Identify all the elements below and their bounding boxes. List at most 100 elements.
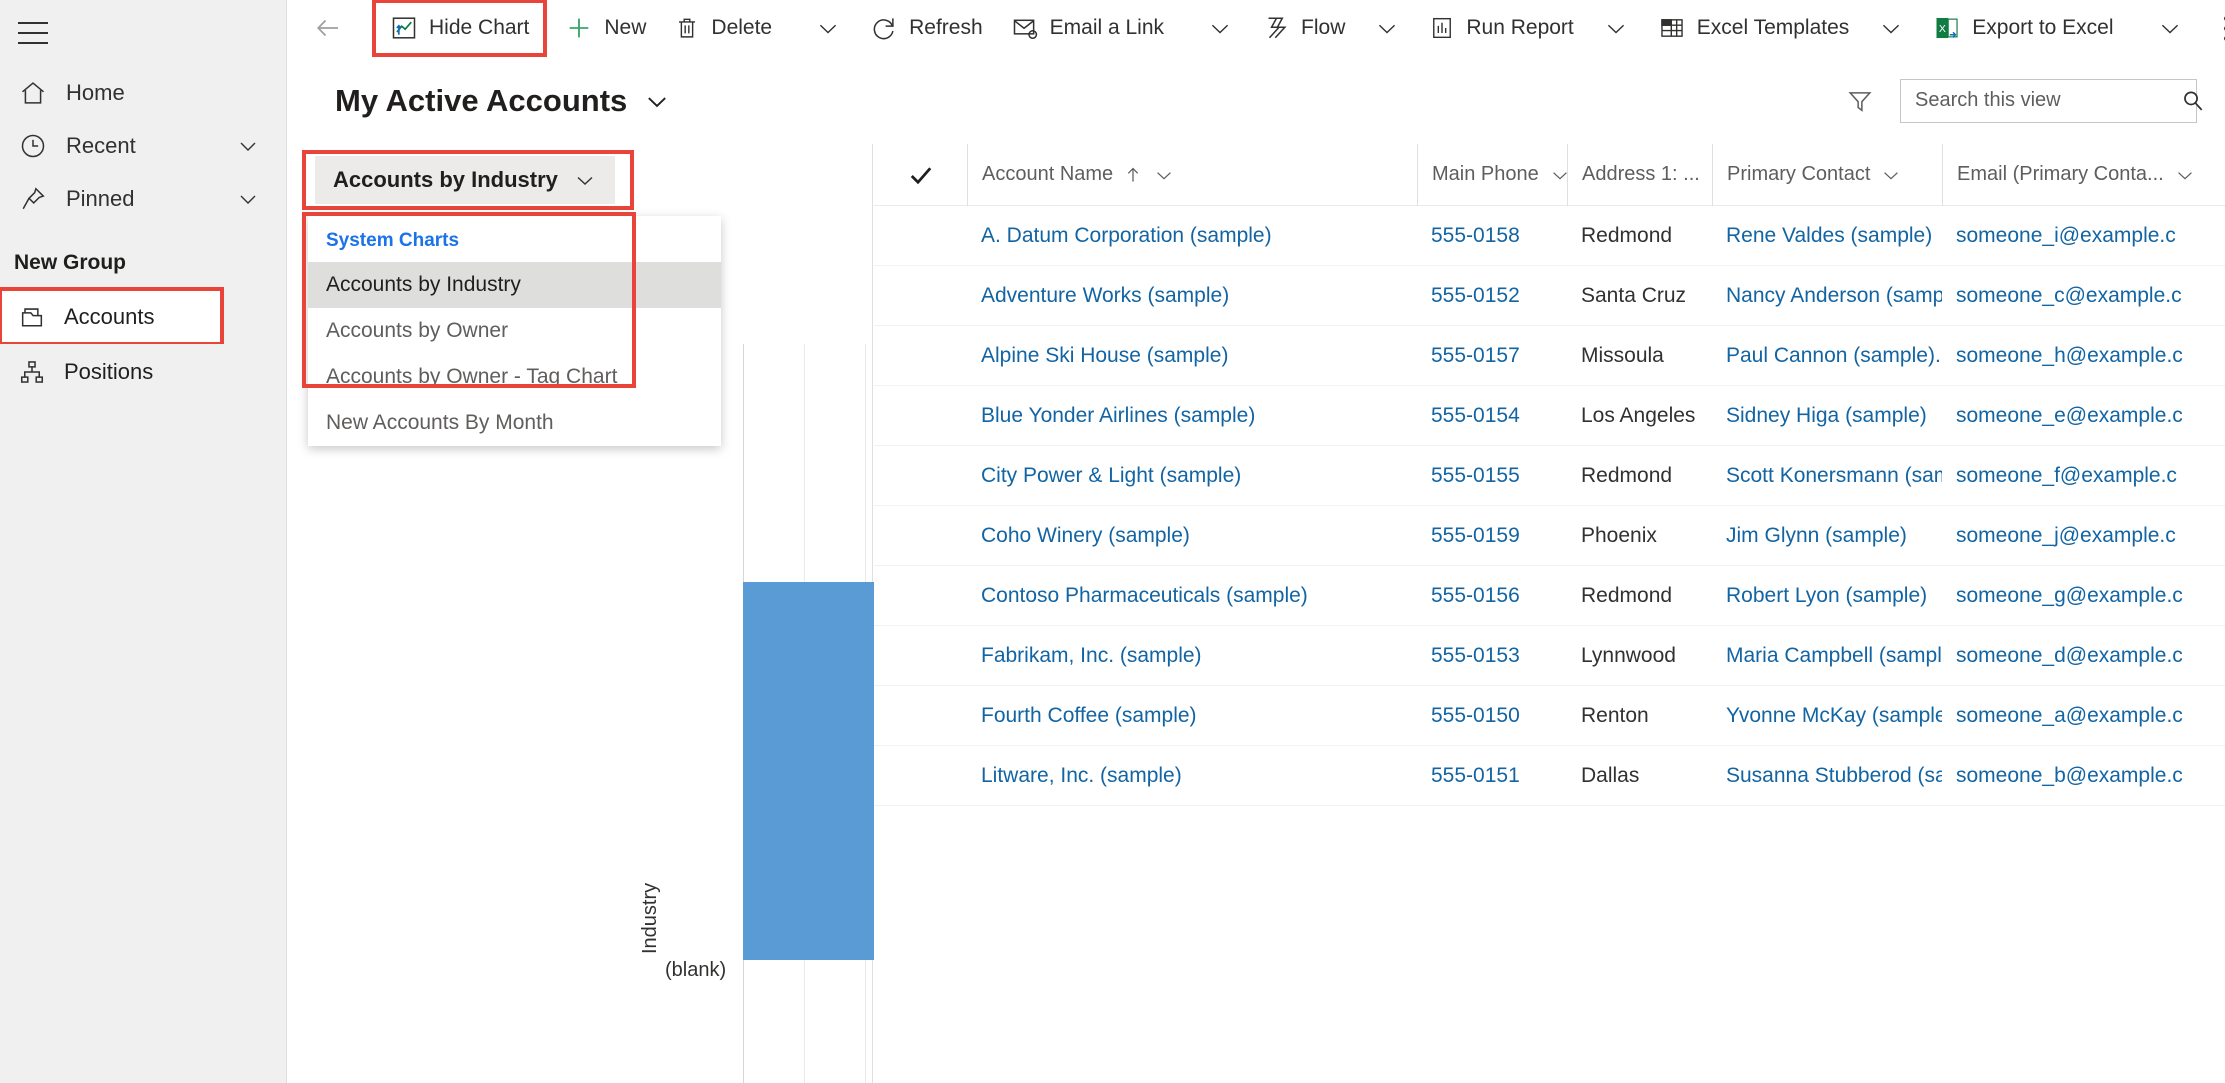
cell-main-phone[interactable]: 555-0152 <box>1417 284 1567 308</box>
cell-main-phone[interactable]: 555-0155 <box>1417 464 1567 488</box>
cell-primary-contact[interactable]: Sidney Higa (sample) <box>1712 404 1942 428</box>
chevron-down-icon[interactable] <box>643 87 671 115</box>
cell-email[interactable]: someone_e@example.c <box>1942 404 2222 428</box>
sidebar-item-recent[interactable]: Recent <box>0 119 286 172</box>
cell-primary-contact[interactable]: Paul Cannon (sample).. <box>1712 344 1942 368</box>
cell-email[interactable]: someone_b@example.c <box>1942 764 2222 788</box>
cell-primary-contact[interactable]: Jim Glynn (sample) <box>1712 524 1942 548</box>
cell-main-phone[interactable]: 555-0154 <box>1417 404 1567 428</box>
run-report-dropdown-caret[interactable] <box>1588 0 1644 57</box>
arrow-up-icon <box>1123 165 1143 185</box>
cell-email[interactable]: someone_g@example.c <box>1942 584 2222 608</box>
table-row[interactable]: Alpine Ski House (sample) 555-0157 Missoul… <box>874 326 2225 386</box>
sidebar-item-positions[interactable]: Positions <box>0 344 286 399</box>
excel-templates-dropdown-caret[interactable] <box>1863 0 1919 57</box>
delete-button[interactable]: Delete <box>660 0 786 57</box>
table-row[interactable]: Adventure Works (sample) 555-0152 Santa Cr… <box>874 266 2225 326</box>
search-box[interactable] <box>1900 78 2203 123</box>
cell-account-name[interactable]: Litware, Inc. (sample) <box>967 764 1417 788</box>
sidebar-item-accounts[interactable]: Accounts <box>0 287 224 346</box>
export-to-excel-button[interactable]: X Export to Excel <box>1919 0 2127 57</box>
column-header-address-1[interactable]: Address 1: ... <box>1567 144 1712 206</box>
hide-chart-button[interactable]: Hide Chart <box>376 0 543 57</box>
cell-primary-contact[interactable]: Yvonne McKay (sample <box>1712 704 1942 728</box>
filter-icon[interactable] <box>1820 87 1900 115</box>
table-row[interactable]: Contoso Pharmaceuticals (sample) 555-0156… <box>874 566 2225 626</box>
chevron-down-icon[interactable] <box>2174 164 2196 186</box>
cell-email[interactable]: someone_i@example.c <box>1942 224 2222 248</box>
cell-account-name[interactable]: Fabrikam, Inc. (sample) <box>967 644 1417 668</box>
cell-address-1: Renton <box>1581 703 1649 727</box>
cell-main-phone[interactable]: 555-0151 <box>1417 764 1567 788</box>
cell-primary-contact[interactable]: Scott Konersmann (sam <box>1712 464 1942 488</box>
column-header-label: Primary Contact <box>1727 163 1871 185</box>
cell-main-phone[interactable]: 555-0158 <box>1417 224 1567 248</box>
cell-account-name[interactable]: Contoso Pharmaceuticals (sample) <box>967 584 1417 608</box>
run-report-button[interactable]: Run Report <box>1415 0 1587 57</box>
column-header-label: Account Name <box>982 163 1114 185</box>
chevron-down-icon[interactable] <box>1153 164 1175 186</box>
delete-dropdown-caret[interactable] <box>800 0 856 57</box>
search-input[interactable] <box>1915 89 2180 112</box>
sidebar-item-home[interactable]: Home <box>0 66 286 119</box>
chevron-down-icon[interactable] <box>1880 164 1902 186</box>
search-icon[interactable] <box>2180 88 2206 114</box>
flow-dropdown-caret[interactable] <box>1359 0 1415 57</box>
cell-main-phone[interactable]: 555-0159 <box>1417 524 1567 548</box>
cell-main-phone[interactable]: 555-0156 <box>1417 584 1567 608</box>
cell-account-name[interactable]: Alpine Ski House (sample) <box>967 344 1417 368</box>
cell-account-name[interactable]: Blue Yonder Airlines (sample) <box>967 404 1417 428</box>
cell-email[interactable]: someone_d@example.c <box>1942 644 2222 668</box>
cell-email[interactable]: someone_a@example.c <box>1942 704 2222 728</box>
dropdown-item-new-accounts-by-month[interactable]: New Accounts By Month <box>308 400 721 446</box>
table-row[interactable]: Litware, Inc. (sample) 555-0151 Dallas Susa… <box>874 746 2225 806</box>
email-dropdown-caret[interactable] <box>1192 0 1248 57</box>
select-all-checkbox[interactable] <box>874 160 967 190</box>
table-row[interactable]: Fabrikam, Inc. (sample) 555-0153 Lynnwood M… <box>874 626 2225 686</box>
refresh-button[interactable]: Refresh <box>856 0 997 57</box>
dropdown-item-accounts-by-industry[interactable]: Accounts by Industry <box>308 262 721 308</box>
cell-email[interactable]: someone_c@example.c <box>1942 284 2222 308</box>
cell-account-name[interactable]: Adventure Works (sample) <box>967 284 1417 308</box>
export-dropdown-caret[interactable] <box>2142 0 2198 57</box>
table-row[interactable]: City Power & Light (sample) 555-0155 Redmo… <box>874 446 2225 506</box>
flow-button[interactable]: Flow <box>1248 0 1359 57</box>
cell-main-phone[interactable]: 555-0150 <box>1417 704 1567 728</box>
cell-primary-contact[interactable]: Susanna Stubberod (sa <box>1712 764 1942 788</box>
column-header-account-name[interactable]: Account Name <box>967 144 1417 206</box>
column-header-email-primary-contact[interactable]: Email (Primary Conta... <box>1942 144 2222 206</box>
column-header-primary-contact[interactable]: Primary Contact <box>1712 144 1942 206</box>
cell-email[interactable]: someone_f@example.c <box>1942 464 2222 488</box>
cell-primary-contact[interactable]: Nancy Anderson (samp <box>1712 284 1942 308</box>
dropdown-item-accounts-by-owner[interactable]: Accounts by Owner <box>308 308 721 354</box>
table-row[interactable]: Blue Yonder Airlines (sample) 555-0154 Los… <box>874 386 2225 446</box>
hamburger-icon[interactable] <box>18 22 48 44</box>
email-a-link-button[interactable]: Email a Link <box>997 0 1178 57</box>
chevron-down-icon[interactable] <box>236 134 260 158</box>
cell-account-name[interactable]: A. Datum Corporation (sample) <box>967 224 1417 248</box>
cell-primary-contact[interactable]: Rene Valdes (sample) <box>1712 224 1942 248</box>
table-row[interactable]: Fourth Coffee (sample) 555-0150 Renton Yvon… <box>874 686 2225 746</box>
cell-account-name[interactable]: Coho Winery (sample) <box>967 524 1417 548</box>
more-vertical-icon[interactable] <box>2198 15 2225 41</box>
cell-primary-contact[interactable]: Robert Lyon (sample) <box>1712 584 1942 608</box>
column-header-main-phone[interactable]: Main Phone <box>1417 144 1567 206</box>
excel-templates-button[interactable]: Excel Templates <box>1644 0 1864 57</box>
dropdown-item-accounts-by-owner-tag-chart[interactable]: Accounts by Owner - Tag Chart <box>308 354 721 400</box>
chart-selector-button[interactable]: Accounts by Industry <box>315 156 615 204</box>
cell-email[interactable]: someone_j@example.c <box>1942 524 2222 548</box>
cell-primary-contact[interactable]: Maria Campbell (sampl <box>1712 644 1942 668</box>
back-button[interactable] <box>287 0 372 57</box>
cell-email[interactable]: someone_h@example.c <box>1942 344 2222 368</box>
table-row[interactable]: A. Datum Corporation (sample) 555-0158 Red… <box>874 206 2225 266</box>
cell-account-name[interactable]: Fourth Coffee (sample) <box>967 704 1417 728</box>
sidebar-item-pinned[interactable]: Pinned <box>0 172 286 225</box>
cell-main-phone[interactable]: 555-0153 <box>1417 644 1567 668</box>
home-icon <box>18 78 48 108</box>
table-row[interactable]: Coho Winery (sample) 555-0159 Phoenix Jim G… <box>874 506 2225 566</box>
cell-main-phone[interactable]: 555-0157 <box>1417 344 1567 368</box>
new-button[interactable]: New <box>551 0 660 57</box>
chevron-down-icon[interactable] <box>236 187 260 211</box>
chevron-down-icon[interactable] <box>1549 164 1567 186</box>
cell-account-name[interactable]: City Power & Light (sample) <box>967 464 1417 488</box>
